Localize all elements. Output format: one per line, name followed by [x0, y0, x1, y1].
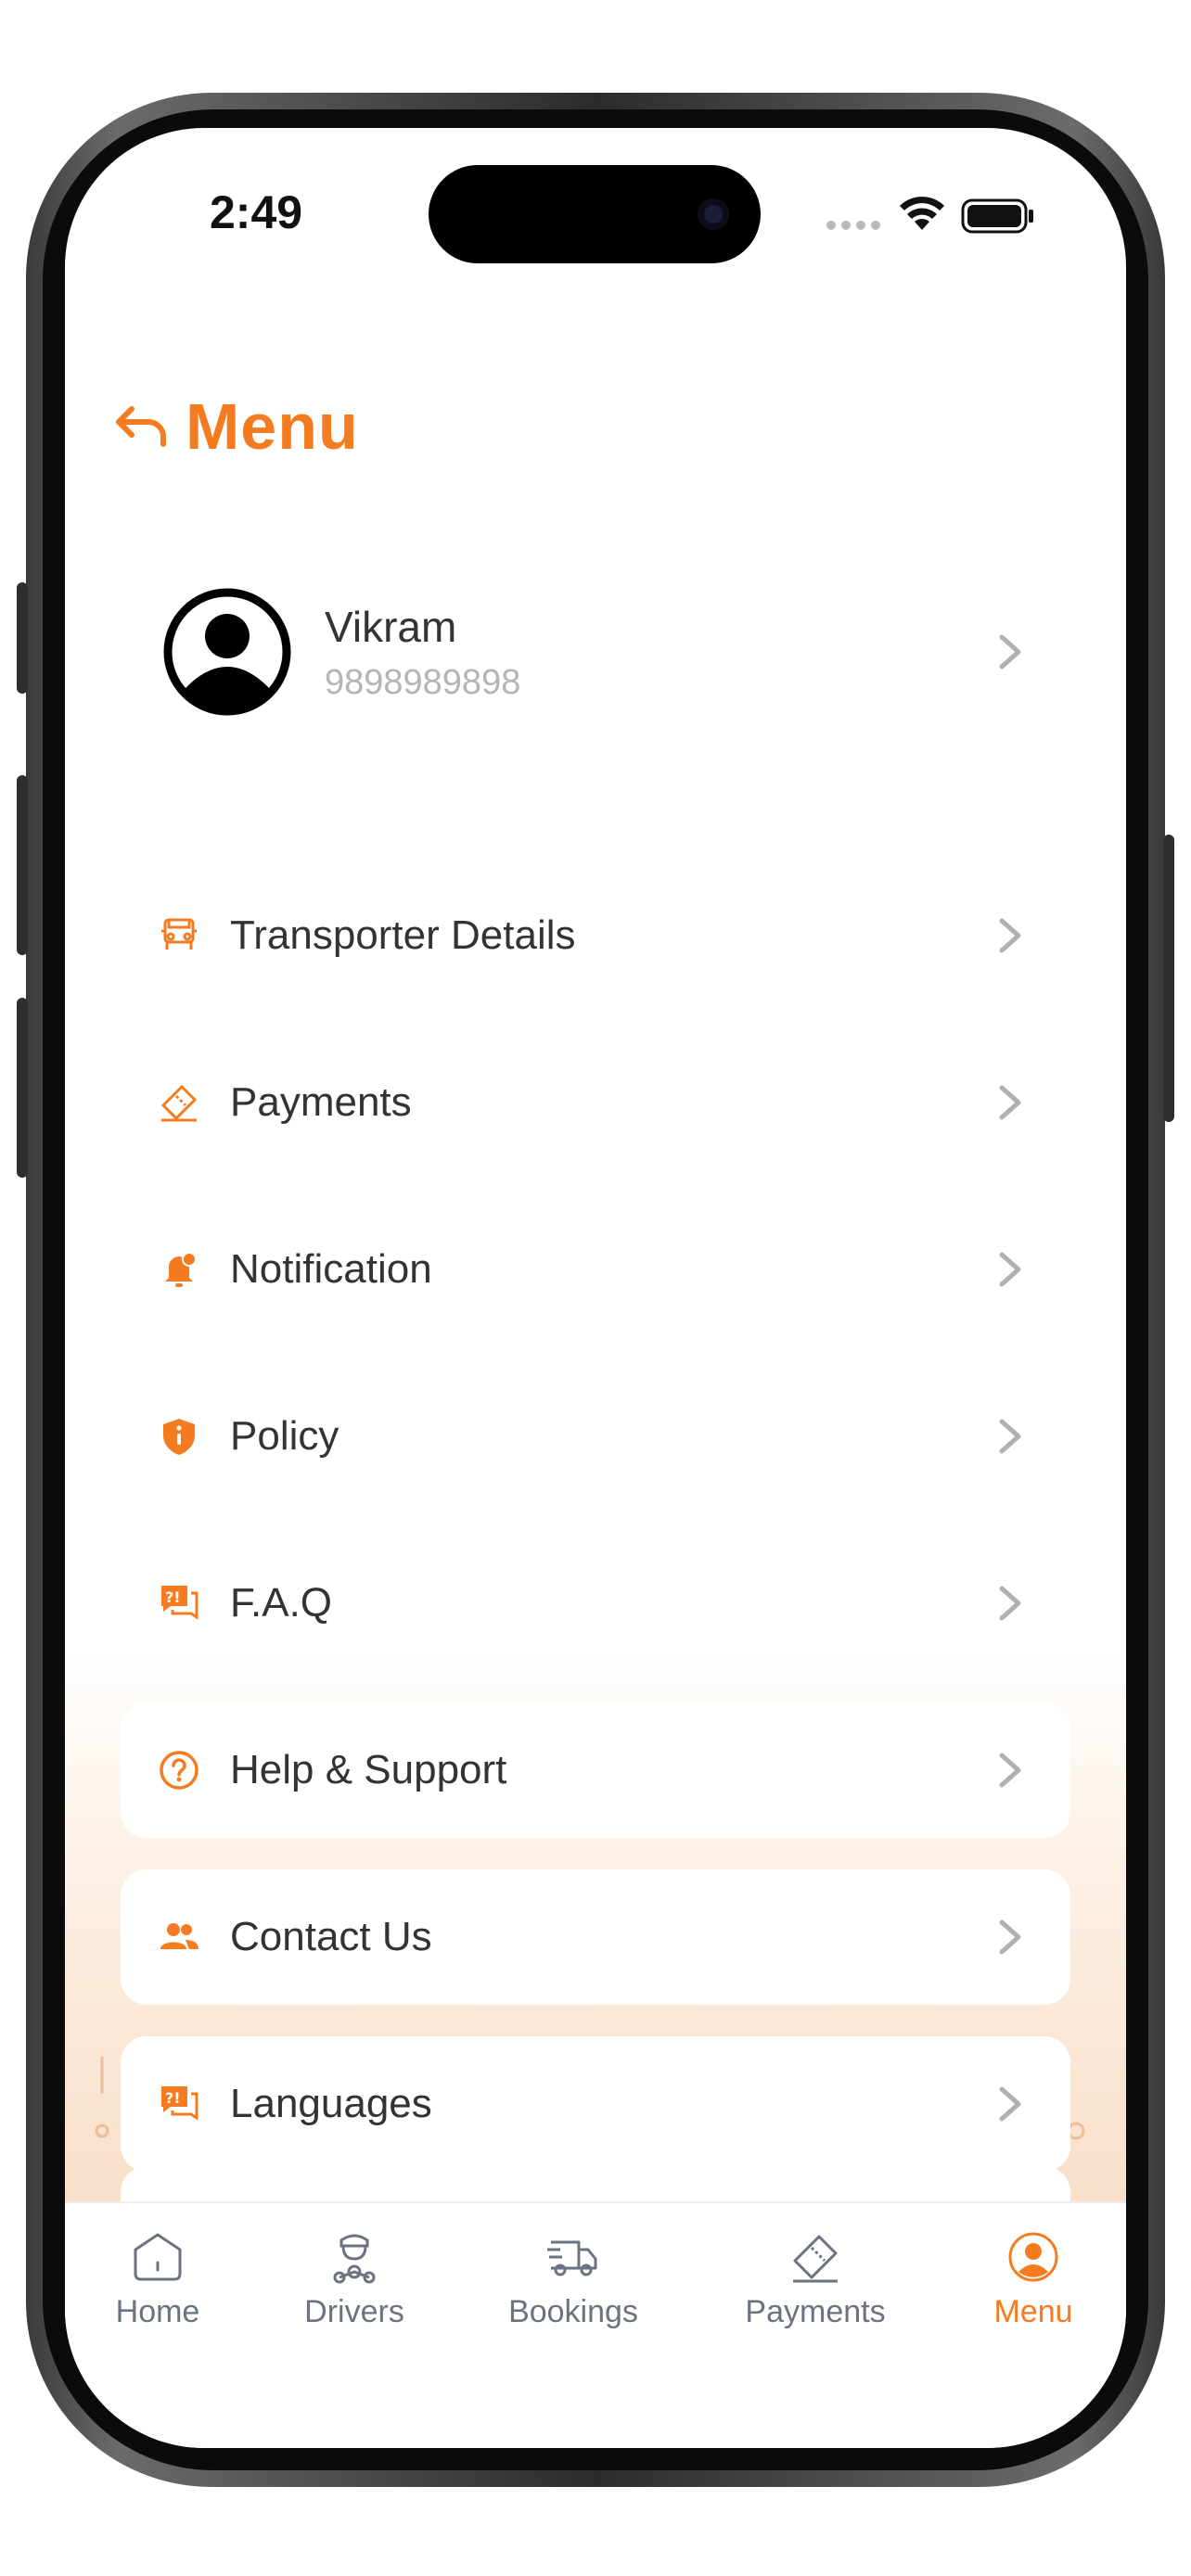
chevron-right-icon: [999, 1252, 1021, 1287]
people-icon: [158, 1916, 200, 1958]
truck-icon: [158, 914, 200, 957]
menu-item-faq[interactable]: ?! F.A.Q: [121, 1536, 1070, 1671]
page-title: Menu: [186, 390, 359, 463]
ticket-icon: [158, 1081, 200, 1124]
phone-volume-up-button: [17, 775, 28, 955]
chevron-right-icon: [999, 1085, 1021, 1120]
language-icon: ?!: [158, 2083, 200, 2125]
phone-action-button: [17, 582, 28, 694]
menu-item-label: Transporter Details: [230, 912, 576, 958]
wifi-icon: [900, 197, 944, 230]
phone-volume-down-button: [17, 998, 28, 1178]
header: Menu: [111, 389, 359, 464]
tab-label: Home: [115, 2294, 200, 2329]
menu-item-label: Contact Us: [230, 1914, 432, 1959]
driver-icon: [333, 2234, 376, 2284]
tab-label: Bookings: [508, 2294, 638, 2329]
menu-item-label: Languages: [230, 2081, 432, 2126]
menu-item-label: Help & Support: [230, 1747, 507, 1792]
menu-item-policy[interactable]: Policy: [121, 1369, 1070, 1504]
back-arrow-icon[interactable]: [111, 396, 173, 457]
menu-item-languages[interactable]: ?! Languages: [121, 2036, 1070, 2172]
tab-home[interactable]: Home: [65, 2229, 250, 2330]
tab-bookings[interactable]: Bookings: [480, 2229, 666, 2330]
profile-phone: 9898989898: [325, 662, 521, 702]
tab-label: Menu: [993, 2294, 1073, 2329]
profile-row[interactable]: Vikram 9898989898: [121, 564, 1070, 740]
tab-menu[interactable]: Menu: [941, 2229, 1126, 2330]
menu-item-label: F.A.Q: [230, 1580, 333, 1626]
camera-lens: [698, 198, 729, 230]
tab-payments[interactable]: Payments: [723, 2229, 908, 2330]
faq-icon: ?!: [158, 1582, 200, 1625]
menu-item-label: Payments: [230, 1079, 412, 1125]
avatar-icon: [163, 588, 291, 716]
menu-item-payments[interactable]: Payments: [121, 1035, 1070, 1170]
home-icon: [134, 2233, 182, 2281]
chevron-right-icon: [999, 1919, 1021, 1955]
phone-power-button: [1163, 835, 1174, 1122]
profile-info: Vikram 9898989898: [325, 602, 994, 703]
menu-item-label: Policy: [230, 1413, 339, 1459]
menu-item-notification[interactable]: Notification: [121, 1202, 1070, 1337]
shield-info-icon: [158, 1415, 200, 1458]
svg-text:?!: ?!: [165, 2089, 181, 2107]
truck-icon: [547, 2240, 597, 2276]
menu-item-transporter-details[interactable]: Transporter Details: [121, 868, 1070, 1003]
status-bar: 2:49: [65, 128, 1126, 313]
status-time: 2:49: [210, 186, 303, 238]
help-icon: [158, 1749, 200, 1792]
chevron-right-icon: [999, 1753, 1021, 1788]
chevron-right-icon: [999, 1586, 1021, 1621]
svg-text:?!: ?!: [165, 1588, 181, 1606]
battery-icon: [961, 198, 1033, 234]
chevron-right-icon: [999, 918, 1021, 953]
chevron-right-icon: [999, 1419, 1021, 1454]
chevron-right-icon: [999, 634, 1021, 670]
menu-item-label: Notification: [230, 1246, 432, 1292]
bell-icon: [158, 1248, 200, 1291]
chevron-right-icon: [999, 2086, 1021, 2122]
cell-signal-icon: [826, 221, 880, 230]
menu-item-contact-us[interactable]: Contact Us: [121, 1869, 1070, 2005]
tab-drivers[interactable]: Drivers: [262, 2229, 447, 2330]
tab-label: Drivers: [304, 2294, 404, 2329]
ticket-icon: [793, 2235, 838, 2283]
profile-icon: [1008, 2232, 1058, 2282]
profile-name: Vikram: [325, 602, 457, 651]
dynamic-island: [429, 165, 761, 263]
bottom-tab-bar: Home Drivers Bookings Payments Menu: [65, 2201, 1126, 2448]
app-screen: 2:49 Menu Vikram 9898989898 Transporter …: [65, 128, 1126, 2448]
tab-label: Payments: [745, 2294, 886, 2329]
menu-item-help-support[interactable]: Help & Support: [121, 1702, 1070, 1838]
